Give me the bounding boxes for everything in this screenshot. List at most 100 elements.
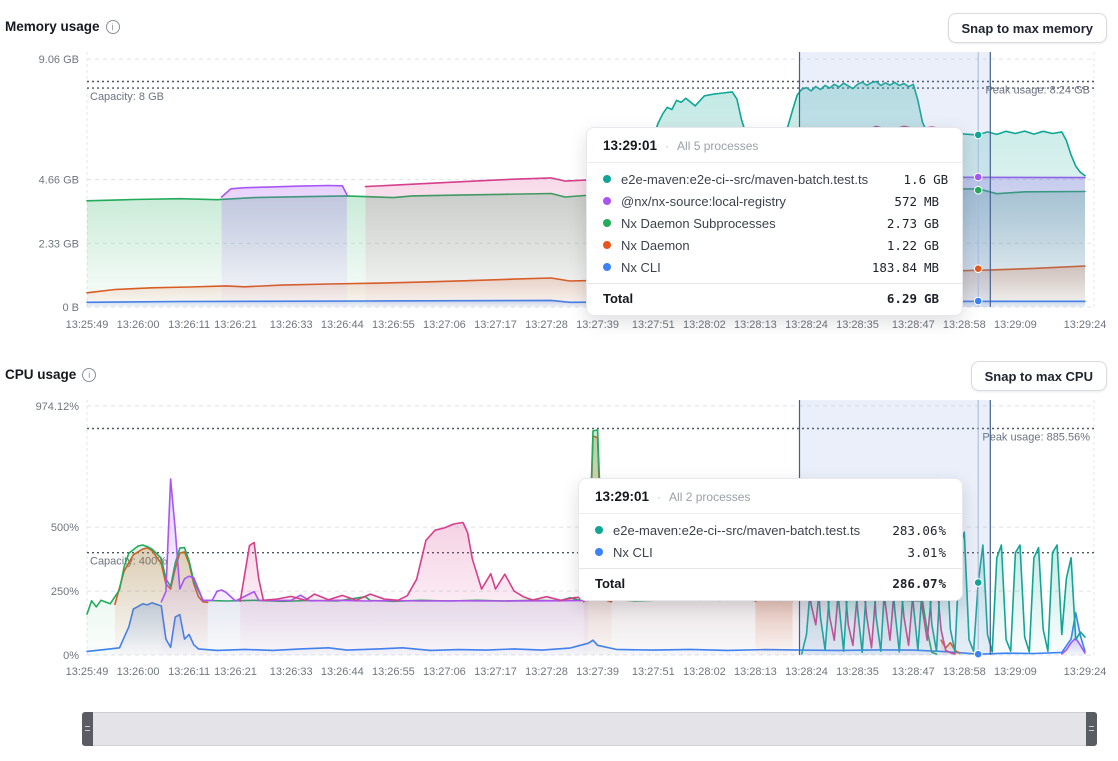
profiler-page: 9.06 GB4.66 GB2.33 GB0 BCapacity: 8 GBPe… bbox=[0, 0, 1118, 761]
timeline-brush-track[interactable] bbox=[82, 712, 1097, 746]
svg-text:13:26:33: 13:26:33 bbox=[270, 666, 313, 678]
total-value: 6.29 bbox=[859, 291, 917, 306]
process-value: 1.22 bbox=[859, 238, 917, 253]
tooltip-row: Nx CLI183.84 MB bbox=[587, 256, 962, 278]
svg-text:13:28:02: 13:28:02 bbox=[683, 319, 726, 331]
series-dot-icon bbox=[603, 219, 611, 227]
svg-text:13:27:39: 13:27:39 bbox=[576, 666, 619, 678]
svg-text:13:26:00: 13:26:00 bbox=[117, 666, 160, 678]
process-unit: GB bbox=[924, 216, 946, 231]
process-value: 283.06 bbox=[879, 523, 937, 538]
svg-text:13:27:06: 13:27:06 bbox=[423, 319, 466, 331]
total-unit: % bbox=[938, 576, 946, 591]
tooltip-row: Nx Daemon Subprocesses2.73 GB bbox=[587, 212, 962, 234]
cpu-tooltip-total: Total 286.07 % bbox=[579, 568, 962, 600]
svg-text:2.33 GB: 2.33 GB bbox=[39, 238, 79, 250]
svg-text:13:27:28: 13:27:28 bbox=[525, 319, 568, 331]
snap-to-max-memory-button[interactable]: Snap to max memory bbox=[948, 13, 1108, 43]
tooltip-subtitle: All 5 processes bbox=[677, 139, 758, 153]
memory-usage-title: Memory usage i bbox=[5, 19, 120, 34]
memory-usage-title-label: Memory usage bbox=[5, 19, 100, 34]
tooltip-time: 13:29:01 bbox=[603, 138, 657, 153]
dot-separator-icon: · bbox=[665, 139, 669, 153]
series-dot-icon bbox=[603, 263, 611, 271]
svg-text:13:28:47: 13:28:47 bbox=[892, 666, 935, 678]
svg-text:13:27:51: 13:27:51 bbox=[632, 666, 675, 678]
svg-text:13:28:13: 13:28:13 bbox=[734, 319, 777, 331]
cpu-tooltip-header: 13:29:01 · All 2 processes bbox=[579, 479, 962, 514]
svg-text:9.06 GB: 9.06 GB bbox=[39, 54, 79, 66]
svg-text:13:28:58: 13:28:58 bbox=[943, 319, 986, 331]
info-icon[interactable]: i bbox=[106, 20, 120, 34]
process-name: e2e-maven:e2e-ci--src/maven-batch.test.t… bbox=[613, 523, 879, 538]
grip-lines-icon bbox=[1089, 726, 1094, 731]
cpu-usage-title-label: CPU usage bbox=[5, 367, 76, 382]
svg-text:250%: 250% bbox=[51, 586, 79, 598]
process-name: Nx Daemon bbox=[621, 238, 859, 253]
total-value: 286.07 bbox=[879, 576, 937, 591]
tooltip-row: Nx CLI3.01% bbox=[579, 541, 962, 563]
svg-text:13:29:24: 13:29:24 bbox=[1064, 666, 1107, 678]
svg-text:13:26:44: 13:26:44 bbox=[321, 666, 364, 678]
tooltip-subtitle: All 2 processes bbox=[669, 490, 750, 504]
process-name: @nx/nx-source:local-registry bbox=[621, 194, 859, 209]
process-name: Nx Daemon Subprocesses bbox=[621, 216, 859, 231]
tooltip-row: e2e-maven:e2e-ci--src/maven-batch.test.t… bbox=[587, 168, 962, 190]
svg-text:13:26:00: 13:26:00 bbox=[117, 319, 160, 331]
svg-text:13:26:33: 13:26:33 bbox=[270, 319, 313, 331]
svg-text:0 B: 0 B bbox=[62, 302, 79, 314]
process-name: Nx CLI bbox=[621, 260, 859, 275]
svg-text:13:29:09: 13:29:09 bbox=[994, 319, 1037, 331]
cpu-usage-title: CPU usage i bbox=[5, 367, 96, 382]
series-dot-icon bbox=[603, 175, 611, 183]
process-unit: MB bbox=[924, 260, 946, 275]
svg-text:13:28:35: 13:28:35 bbox=[836, 666, 879, 678]
snap-to-max-cpu-button[interactable]: Snap to max CPU bbox=[971, 361, 1107, 391]
process-unit: % bbox=[938, 545, 946, 560]
total-label: Total bbox=[595, 576, 879, 591]
svg-text:13:28:13: 13:28:13 bbox=[734, 666, 777, 678]
total-label: Total bbox=[603, 291, 859, 306]
process-name: Nx CLI bbox=[613, 545, 879, 560]
tooltip-time: 13:29:01 bbox=[595, 489, 649, 504]
cpu-tooltip: 13:29:01 · All 2 processes e2e-maven:e2e… bbox=[578, 478, 963, 601]
process-value: 2.73 bbox=[859, 216, 917, 231]
info-icon[interactable]: i bbox=[82, 368, 96, 382]
process-name: e2e-maven:e2e-ci--src/maven-batch.test.t… bbox=[621, 172, 868, 187]
process-value: 1.6 bbox=[868, 172, 926, 187]
series-dot-icon bbox=[603, 197, 611, 205]
process-unit: % bbox=[938, 523, 946, 538]
total-unit: GB bbox=[924, 291, 946, 306]
tooltip-row: e2e-maven:e2e-ci--src/maven-batch.test.t… bbox=[579, 519, 962, 541]
svg-text:13:26:11: 13:26:11 bbox=[168, 666, 210, 678]
memory-tooltip-rows: e2e-maven:e2e-ci--src/maven-batch.test.t… bbox=[587, 163, 962, 281]
svg-text:13:29:09: 13:29:09 bbox=[994, 666, 1037, 678]
svg-text:13:28:24: 13:28:24 bbox=[785, 319, 828, 331]
svg-text:0%: 0% bbox=[63, 650, 79, 662]
memory-tooltip: 13:29:01 · All 5 processes e2e-maven:e2e… bbox=[586, 127, 963, 316]
svg-text:13:28:35: 13:28:35 bbox=[836, 319, 879, 331]
svg-text:13:27:06: 13:27:06 bbox=[423, 666, 466, 678]
brush-left-handle[interactable] bbox=[82, 712, 93, 746]
svg-text:13:27:51: 13:27:51 bbox=[632, 319, 675, 331]
series-dot-icon bbox=[595, 526, 603, 534]
svg-text:13:26:21: 13:26:21 bbox=[214, 319, 257, 331]
svg-text:13:28:24: 13:28:24 bbox=[785, 666, 828, 678]
process-unit: MB bbox=[924, 194, 946, 209]
svg-text:13:25:49: 13:25:49 bbox=[66, 666, 109, 678]
svg-text:13:26:11: 13:26:11 bbox=[168, 319, 210, 331]
svg-text:4.66 GB: 4.66 GB bbox=[39, 175, 79, 187]
svg-text:13:27:39: 13:27:39 bbox=[576, 319, 619, 331]
memory-tooltip-total: Total 6.29 GB bbox=[587, 283, 962, 315]
series-dot-icon bbox=[603, 241, 611, 249]
process-value: 183.84 bbox=[859, 260, 917, 275]
dot-separator-icon: · bbox=[657, 490, 661, 504]
svg-text:13:26:55: 13:26:55 bbox=[372, 666, 415, 678]
svg-text:13:29:24: 13:29:24 bbox=[1064, 319, 1107, 331]
tooltip-row: Nx Daemon1.22GB bbox=[587, 234, 962, 256]
cpu-tooltip-rows: e2e-maven:e2e-ci--src/maven-batch.test.t… bbox=[579, 514, 962, 566]
svg-text:13:27:28: 13:27:28 bbox=[525, 666, 568, 678]
brush-right-handle[interactable] bbox=[1086, 712, 1097, 746]
memory-tooltip-header: 13:29:01 · All 5 processes bbox=[587, 128, 962, 163]
svg-text:500%: 500% bbox=[51, 522, 79, 534]
